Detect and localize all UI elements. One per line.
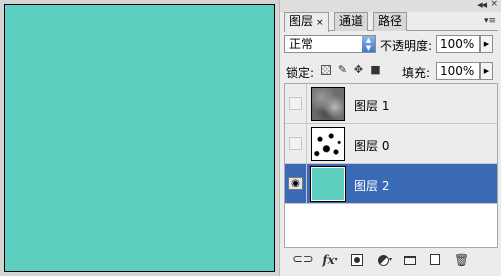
close-icon[interactable]: × — [490, 0, 498, 9]
tab-channels-label: 通道 — [339, 14, 364, 28]
new-layer-icon[interactable] — [428, 253, 442, 267]
select-arrows-icon: ▲ ▼ — [362, 36, 375, 52]
canvas[interactable] — [4, 4, 275, 272]
layer-thumbnail — [311, 127, 345, 161]
panel-title-bar[interactable]: ◀◀ × — [280, 0, 501, 12]
blend-mode-value: 正常 — [289, 37, 314, 51]
layer-thumbnail — [310, 166, 346, 202]
layers-list: 图层 1 图层 0 ◉ 图层 2 — [284, 83, 498, 248]
lock-label: 锁定: — [286, 66, 315, 80]
lock-all-icon[interactable]: ■ — [370, 64, 381, 76]
lock-position-icon[interactable]: ✥ — [353, 64, 364, 76]
tab-channels[interactable]: 通道 — [334, 12, 369, 31]
layer-row[interactable]: 图层 1 — [285, 84, 497, 124]
layer-thumbnail — [311, 87, 345, 121]
group-folder-icon[interactable] — [404, 253, 418, 267]
lock-image-brush-icon[interactable]: ✎ — [337, 64, 348, 76]
opacity-label: 不透明度: — [380, 39, 433, 53]
adjustment-icon[interactable]: ▾ — [376, 253, 394, 267]
link-icon[interactable]: ⊂⊃ — [292, 253, 314, 267]
blend-mode-select[interactable]: 正常 ▲ ▼ — [284, 35, 376, 53]
tab-close-icon[interactable]: × — [316, 18, 324, 28]
document-window — [0, 0, 279, 276]
mask-icon[interactable] — [350, 253, 364, 267]
layer-row[interactable]: 图层 0 — [285, 124, 497, 164]
fill-label: 填充: — [402, 66, 431, 80]
visibility-cell[interactable] — [285, 124, 307, 164]
visibility-toggle-empty[interactable] — [289, 137, 302, 150]
fill-slider-arrow-icon[interactable]: ▶ — [480, 62, 493, 80]
collapse-icon[interactable]: ◀◀ — [477, 1, 487, 9]
trash-icon[interactable]: 🗑 — [454, 253, 469, 267]
visibility-cell[interactable]: ◉ — [285, 164, 307, 204]
layers-bottom-toolbar: ⊂⊃ fx▾ ▾ 🗑 — [280, 250, 501, 270]
panel-menu-icon[interactable]: ▾≡ — [484, 16, 496, 26]
panel-tabs: 图层 × 通道 路径 ▾≡ — [284, 12, 498, 32]
tab-paths-label: 路径 — [378, 14, 403, 28]
lock-transparent-icon[interactable] — [321, 64, 332, 76]
fill-input[interactable]: 100% — [436, 62, 480, 80]
tab-layers-label: 图层 — [289, 14, 314, 28]
layer-name: 图层 1 — [354, 99, 390, 113]
fx-icon[interactable]: fx▾ — [320, 253, 340, 267]
visibility-cell[interactable] — [285, 84, 307, 124]
tab-paths[interactable]: 路径 — [373, 12, 408, 31]
visibility-toggle-empty[interactable] — [289, 97, 302, 110]
eye-icon[interactable]: ◉ — [288, 177, 303, 190]
opacity-input[interactable]: 100% — [436, 35, 480, 53]
opacity-slider-arrow-icon[interactable]: ▶ — [480, 35, 493, 53]
tab-layers[interactable]: 图层 × — [284, 12, 329, 32]
layers-panel: ◀◀ × 图层 × 通道 路径 ▾≡ 正常 ▲ ▼ 不透明度: 100% ▶ 锁定:… — [279, 0, 501, 276]
layer-name: 图层 0 — [354, 139, 390, 153]
layer-name: 图层 2 — [354, 179, 390, 193]
layer-row-selected[interactable]: ◉ 图层 2 — [285, 164, 497, 204]
